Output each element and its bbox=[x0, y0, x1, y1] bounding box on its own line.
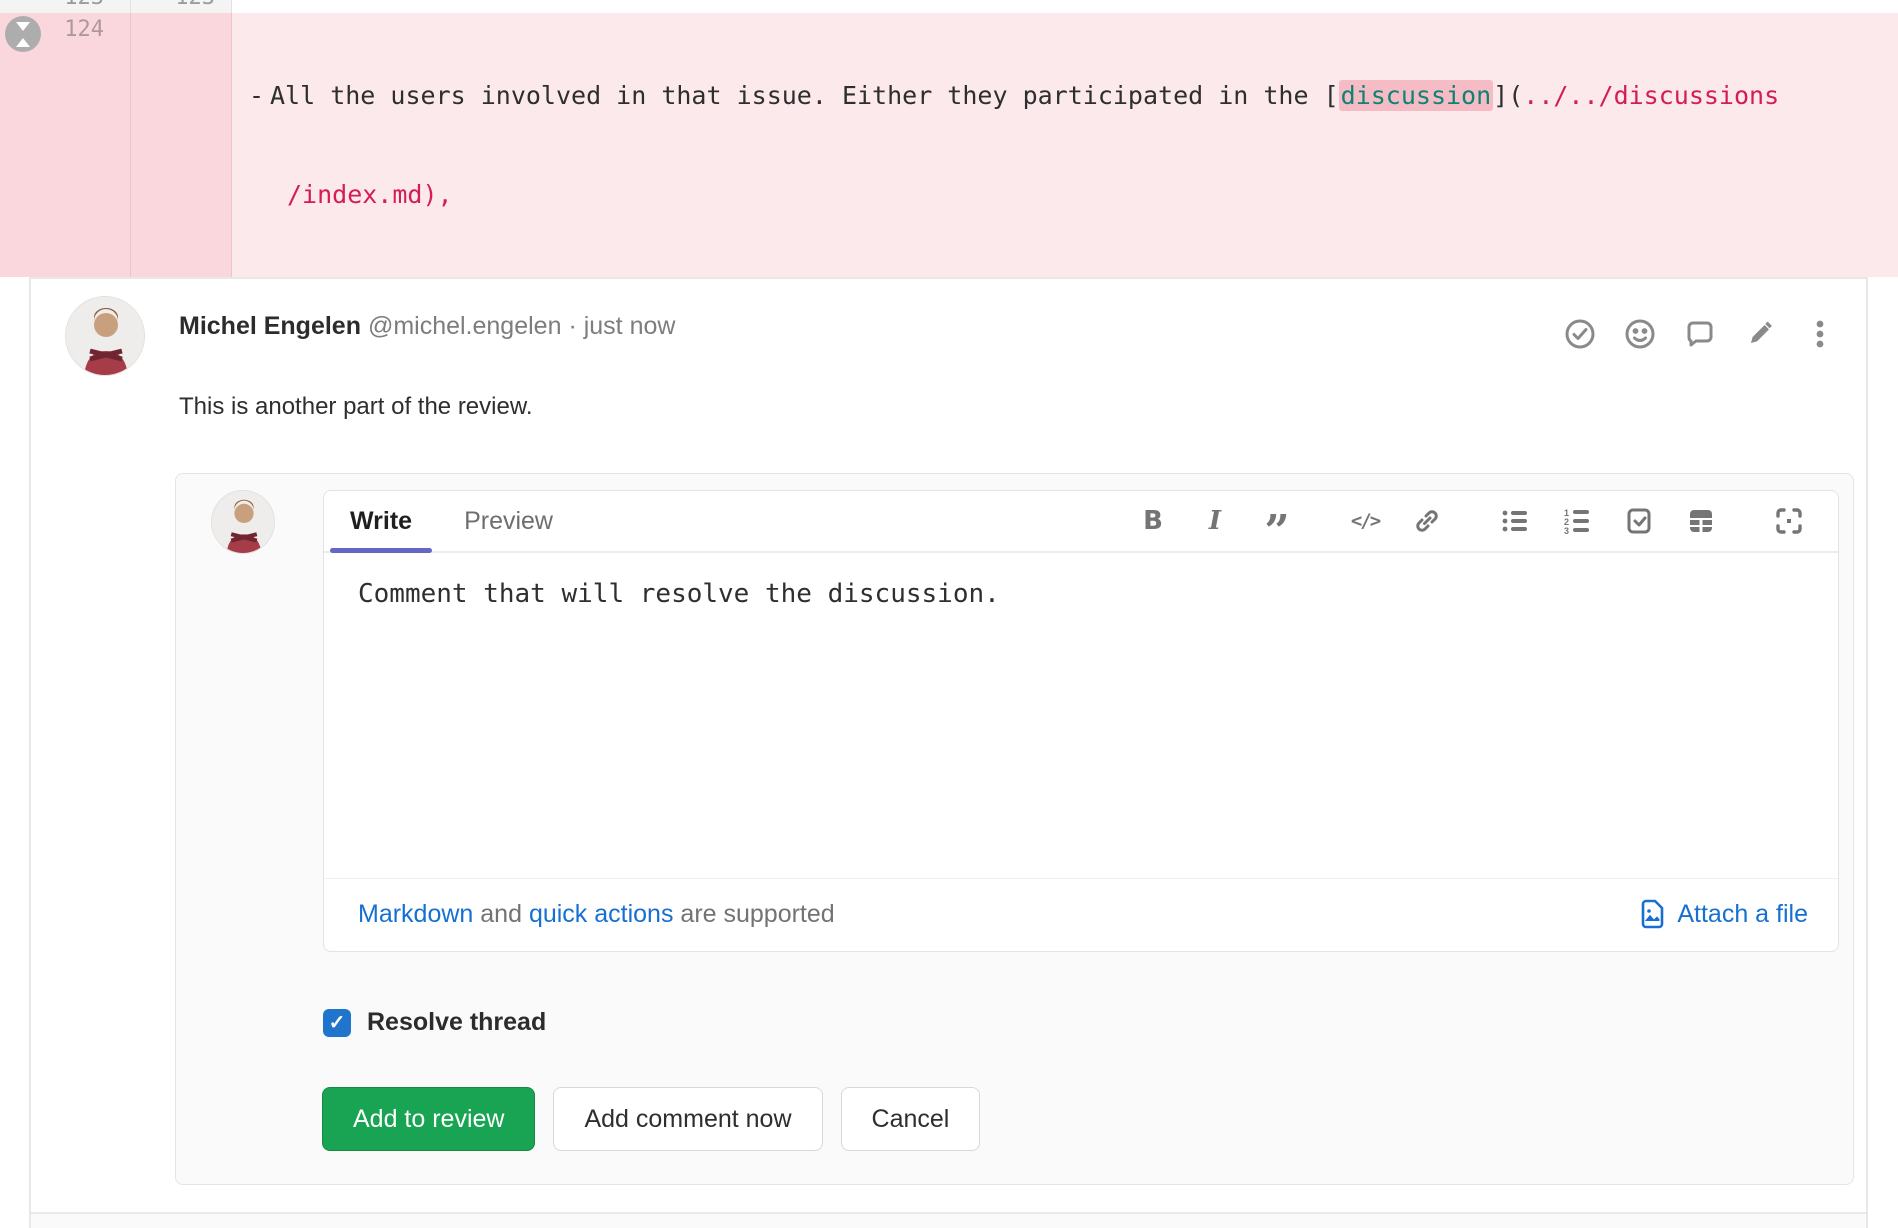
numbered-list-icon[interactable]: 1 2 3 bbox=[1562, 506, 1592, 536]
diff-code-line: -All the users involved in that issue. E… bbox=[232, 13, 1898, 277]
old-line-number[interactable]: 123 bbox=[0, 0, 131, 13]
diff-table-top: 123 123 124 -All the users involved in t… bbox=[0, 0, 1898, 277]
editor-toolbar: B I ” </> bbox=[1138, 491, 1838, 551]
old-line-number[interactable]: 124 bbox=[0, 13, 131, 277]
tab-write[interactable]: Write bbox=[324, 491, 438, 551]
collapse-diff-icon[interactable] bbox=[5, 16, 41, 52]
form-buttons: Add to review Add comment now Cancel bbox=[322, 1087, 1853, 1151]
emoji-icon[interactable] bbox=[1624, 318, 1656, 350]
new-line-number[interactable] bbox=[131, 13, 232, 277]
task-list-icon[interactable] bbox=[1624, 506, 1654, 536]
diff-row-removed-124: 124 -All the users involved in that issu… bbox=[0, 13, 1898, 277]
quick-actions-link[interactable]: quick actions bbox=[529, 900, 674, 928]
author-handle[interactable]: @michel.engelen bbox=[368, 312, 562, 340]
table-icon[interactable] bbox=[1686, 506, 1716, 536]
attach-file-button[interactable]: Attach a file bbox=[1637, 899, 1808, 929]
new-discussion-row bbox=[31, 1212, 1866, 1228]
comment-timestamp[interactable]: just now bbox=[584, 312, 676, 340]
comment-icon[interactable] bbox=[1684, 318, 1716, 350]
comment-header: Michel Engelen @michel.engelen · just no… bbox=[31, 279, 1866, 376]
comment-body: This is another part of the review. bbox=[179, 390, 1836, 423]
bold-icon[interactable]: B bbox=[1138, 506, 1168, 536]
markdown-editor: Write Preview B I ” </> bbox=[323, 490, 1839, 952]
fullscreen-icon[interactable] bbox=[1774, 506, 1804, 536]
comment-actions bbox=[1564, 296, 1836, 376]
comment-textarea[interactable]: Comment that will resolve the discussion… bbox=[324, 553, 1838, 873]
diff-code-line bbox=[232, 0, 1898, 13]
diff-sign: - bbox=[249, 79, 270, 112]
avatar bbox=[211, 490, 275, 554]
quote-icon[interactable]: ” bbox=[1262, 506, 1292, 536]
comment-byline: Michel Engelen @michel.engelen · just no… bbox=[179, 296, 675, 376]
add-comment-now-button[interactable]: Add comment now bbox=[553, 1087, 822, 1151]
svg-text:3: 3 bbox=[1564, 526, 1569, 535]
new-line-number[interactable]: 123 bbox=[131, 0, 232, 13]
code-icon[interactable]: </> bbox=[1350, 506, 1380, 536]
tab-preview[interactable]: Preview bbox=[438, 491, 579, 551]
markdown-link[interactable]: Markdown bbox=[358, 900, 473, 928]
resolve-thread-row: ✓ Resolve thread bbox=[323, 1008, 1853, 1037]
cancel-button[interactable]: Cancel bbox=[841, 1087, 981, 1151]
link-icon[interactable] bbox=[1412, 506, 1442, 536]
resolve-check-icon[interactable] bbox=[1564, 318, 1596, 350]
more-vertical-icon[interactable] bbox=[1804, 318, 1836, 350]
attach-file-icon bbox=[1637, 899, 1667, 929]
bullet-list-icon[interactable] bbox=[1500, 506, 1530, 536]
discussion-thread: Michel Engelen @michel.engelen · just no… bbox=[29, 277, 1868, 1228]
italic-icon[interactable]: I bbox=[1200, 506, 1230, 536]
editor-footer: Markdown and quick actions are supported… bbox=[324, 878, 1838, 951]
diff-row-cut: 123 123 bbox=[0, 0, 1898, 13]
resolve-thread-label: Resolve thread bbox=[367, 1008, 546, 1037]
reply-form: Write Preview B I ” </> bbox=[175, 473, 1854, 1185]
avatar bbox=[65, 296, 145, 376]
attach-file-label: Attach a file bbox=[1677, 900, 1808, 929]
add-to-review-button[interactable]: Add to review bbox=[322, 1087, 535, 1151]
editor-tabs: Write Preview B I ” </> bbox=[324, 491, 1838, 553]
author-name[interactable]: Michel Engelen bbox=[179, 312, 361, 340]
word-diff-removed: discussion bbox=[1339, 80, 1494, 111]
resolve-thread-checkbox[interactable]: ✓ bbox=[323, 1009, 351, 1037]
edit-pencil-icon[interactable] bbox=[1744, 318, 1776, 350]
